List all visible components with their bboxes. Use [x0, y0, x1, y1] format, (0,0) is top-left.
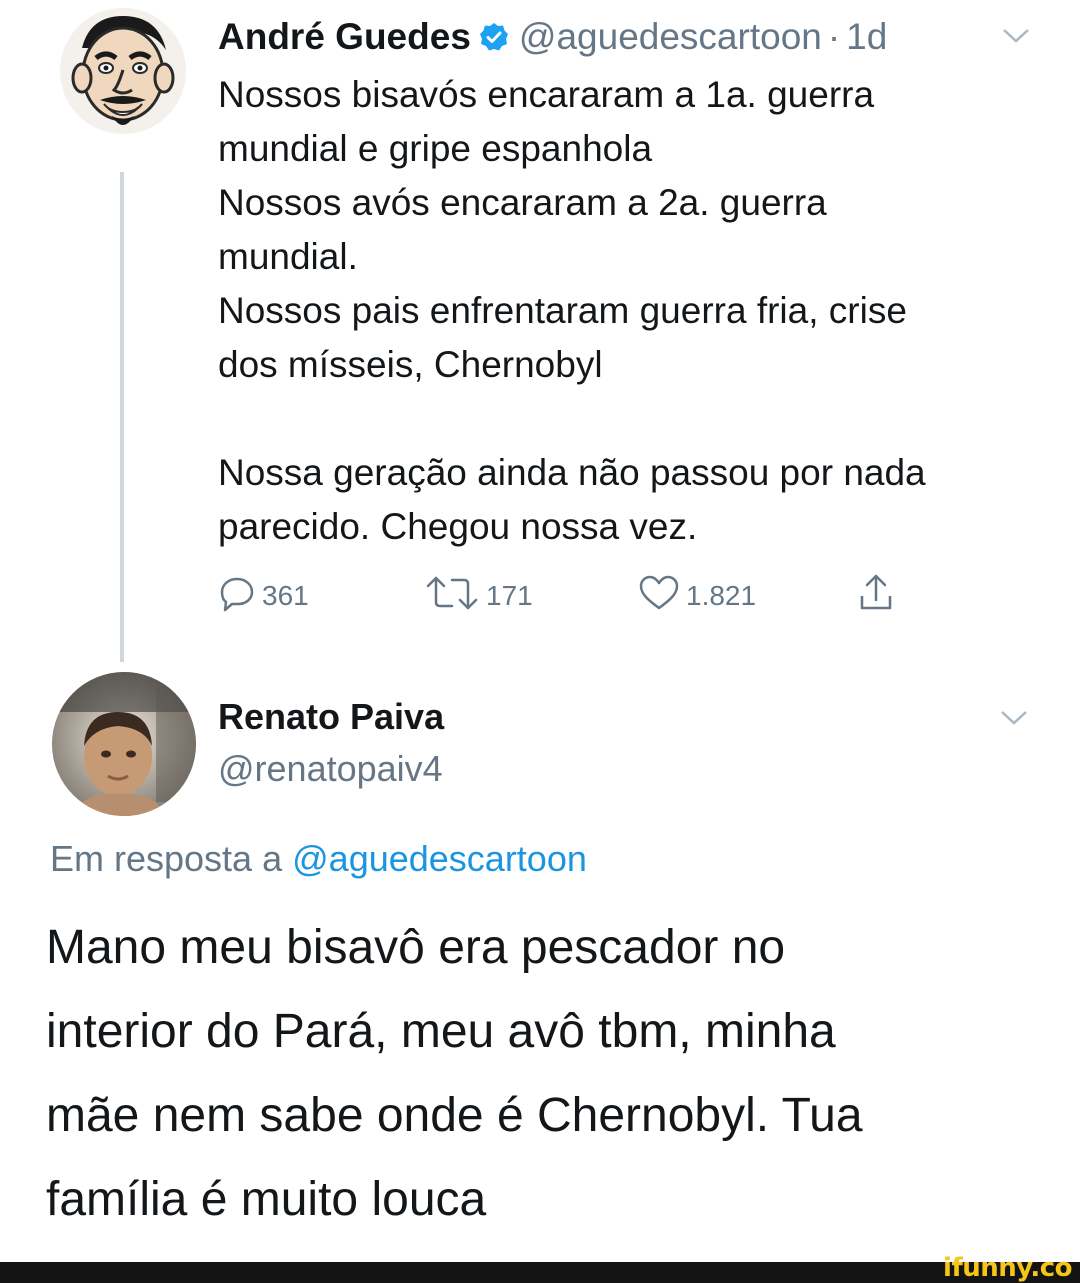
- like-button[interactable]: 1.821: [638, 572, 756, 620]
- tweet-line: dos mísseis, Chernobyl: [218, 344, 603, 385]
- reply-body: Mano meu bisavô era pescador no interior…: [46, 906, 1046, 1242]
- caricature-avatar-image: [60, 8, 186, 134]
- watermark-bar: [0, 1262, 1080, 1283]
- thread-connector-line: [120, 172, 124, 662]
- reply-line: interior do Pará, meu avô tbm, minha: [46, 1005, 836, 1058]
- reply-author-name[interactable]: Renato Paiva: [218, 696, 444, 738]
- reply-line: mãe nem sabe onde é Chernobyl. Tua: [46, 1089, 863, 1142]
- time-separator: ·: [827, 16, 841, 57]
- share-button[interactable]: [856, 572, 902, 620]
- tweet-line: Nossos avós encararam a 2a. guerra: [218, 182, 827, 223]
- tweet-line: Nossa geração ainda não passou por nada: [218, 452, 926, 493]
- verified-badge-icon: [479, 22, 509, 52]
- tweet-actions: 361 171 1.821: [218, 572, 918, 620]
- author-handle[interactable]: @aguedescartoon: [519, 16, 822, 58]
- in-reply-mention-link[interactable]: @aguedescartoon: [292, 838, 587, 879]
- in-reply-to: Em resposta a @aguedescartoon: [50, 838, 587, 880]
- profile-photo-image: [52, 672, 196, 816]
- share-icon: [856, 572, 902, 621]
- tweet-time[interactable]: 1d: [846, 16, 887, 58]
- retweet-icon: [424, 574, 486, 619]
- tweet-header: André Guedes @aguedescartoon · 1d: [218, 14, 887, 60]
- reply-line: família é muito louca: [46, 1173, 487, 1226]
- reply-count: 361: [262, 580, 309, 611]
- ifunny-watermark: ifunny.co: [943, 1253, 1072, 1283]
- in-reply-prefix: Em resposta a: [50, 838, 283, 879]
- reply-icon: [218, 574, 262, 619]
- chevron-down-icon[interactable]: [996, 706, 1032, 730]
- avatar-renato-paiva[interactable]: [52, 672, 196, 816]
- chevron-down-icon[interactable]: [998, 24, 1034, 48]
- tweet-line: mundial.: [218, 236, 358, 277]
- tweet-line: Nossos pais enfrentaram guerra fria, cri…: [218, 290, 907, 331]
- retweet-count: 171: [486, 580, 533, 611]
- reply-line: Mano meu bisavô era pescador no: [46, 921, 786, 974]
- author-name[interactable]: André Guedes: [218, 16, 471, 58]
- tweet-line: parecido. Chegou nossa vez.: [218, 506, 698, 547]
- tweet-line: Nossos bisavós encararam a 1a. guerra: [218, 74, 875, 115]
- like-icon: [638, 574, 686, 619]
- reply-author-handle[interactable]: @renatopaiv4: [218, 748, 443, 790]
- avatar-andre-guedes[interactable]: [60, 8, 186, 134]
- like-count: 1.821: [686, 580, 757, 611]
- tweet-body: Nossos bisavós encararam a 1a. guerra mu…: [218, 68, 1058, 554]
- reply-button[interactable]: 361: [218, 572, 309, 620]
- tweet-line: mundial e gripe espanhola: [218, 128, 653, 169]
- retweet-button[interactable]: 171: [424, 572, 533, 620]
